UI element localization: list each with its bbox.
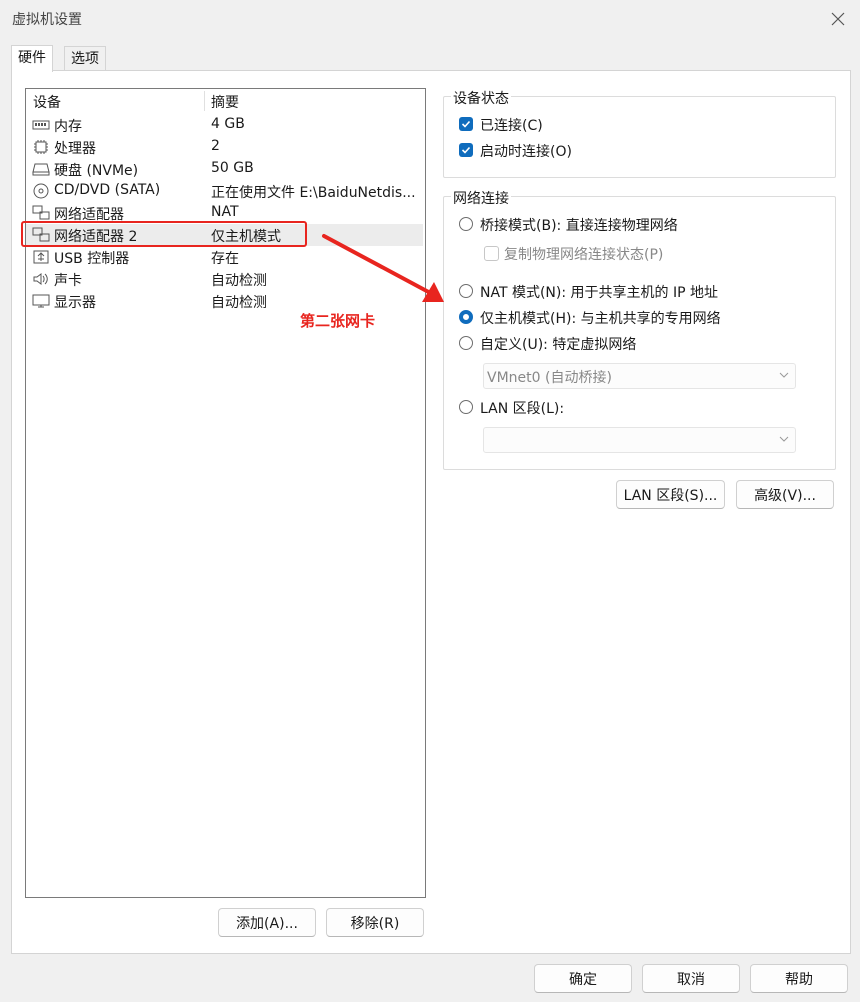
device-summary: 自动检测 xyxy=(211,295,267,311)
lan-segment-radio[interactable] xyxy=(459,400,473,414)
network-connection-title: 网络连接 xyxy=(451,188,511,208)
annotation-highlight-box xyxy=(21,221,307,247)
device-summary: 4 GB xyxy=(211,116,245,132)
annotation-text: 第二张网卡 xyxy=(300,312,376,330)
column-header-summary[interactable]: 摘要 xyxy=(211,92,239,112)
device-summary: 2 xyxy=(211,138,220,154)
device-name: 显示器 xyxy=(54,295,96,311)
help-button[interactable]: 帮助 xyxy=(750,964,848,993)
device-summary: NAT xyxy=(211,204,239,220)
device-row-memory[interactable]: 内存 4 GB xyxy=(26,114,423,136)
bridged-label[interactable]: 桥接模式(B): 直接连接物理网络 xyxy=(480,215,678,235)
close-icon xyxy=(831,12,845,26)
device-status-title: 设备状态 xyxy=(451,88,511,108)
custom-network-value: VMnet0 (自动桥接) xyxy=(487,370,612,386)
device-summary: 50 GB xyxy=(211,160,254,176)
connected-checkbox[interactable] xyxy=(459,117,473,131)
cd-dvd-icon xyxy=(33,183,49,199)
device-row-hard-disk[interactable]: 硬盘 (NVMe) 50 GB xyxy=(26,158,423,180)
processor-icon xyxy=(34,140,48,154)
custom-network-select[interactable]: VMnet0 (自动桥接) xyxy=(483,363,796,389)
chevron-down-icon xyxy=(779,372,789,378)
hard-disk-icon xyxy=(32,163,50,176)
device-summary: 自动检测 xyxy=(211,273,267,289)
device-row-processor[interactable]: 处理器 2 xyxy=(26,136,423,158)
replicate-state-label[interactable]: 复制物理网络连接状态(P) xyxy=(504,244,663,264)
checkmark-icon xyxy=(461,120,471,128)
device-name: 处理器 xyxy=(54,141,96,157)
window-title: 虚拟机设置 xyxy=(12,12,82,28)
memory-icon xyxy=(32,120,50,130)
tab-hardware[interactable]: 硬件 xyxy=(11,45,53,72)
device-status-group xyxy=(443,96,836,178)
device-name: 硬盘 (NVMe) xyxy=(54,163,139,179)
bridged-radio[interactable] xyxy=(459,217,473,231)
nat-label[interactable]: NAT 模式(N): 用于共享主机的 IP 地址 xyxy=(480,282,718,302)
advanced-button[interactable]: 高级(V)... xyxy=(736,480,834,509)
ok-button[interactable]: 确定 xyxy=(534,964,632,993)
connect-on-power-on-label[interactable]: 启动时连接(O) xyxy=(480,141,572,161)
lan-segments-button[interactable]: LAN 区段(S)... xyxy=(616,480,725,509)
device-name: 声卡 xyxy=(54,273,82,289)
lan-segment-label[interactable]: LAN 区段(L): xyxy=(480,398,564,418)
custom-radio[interactable] xyxy=(459,336,473,350)
tab-options[interactable]: 选项 xyxy=(64,46,106,71)
lan-segment-select[interactable] xyxy=(483,427,796,453)
device-name: USB 控制器 xyxy=(54,251,130,267)
cancel-button[interactable]: 取消 xyxy=(642,964,740,993)
device-summary: 正在使用文件 E:\BaiduNetdis... xyxy=(211,185,416,201)
connect-on-power-on-checkbox[interactable] xyxy=(459,143,473,157)
annotation-arrow-icon xyxy=(322,234,444,302)
remove-button[interactable]: 移除(R) xyxy=(326,908,424,937)
checkmark-icon xyxy=(461,146,471,154)
connected-label[interactable]: 已连接(C) xyxy=(480,115,543,135)
nat-radio[interactable] xyxy=(459,284,473,298)
device-list-header: 设备 摘要 xyxy=(26,89,425,111)
display-icon xyxy=(32,294,50,308)
sound-card-icon xyxy=(33,273,48,285)
column-header-device[interactable]: 设备 xyxy=(33,92,61,112)
chevron-down-icon xyxy=(779,436,789,442)
device-row-cd-dvd[interactable]: CD/DVD (SATA) 正在使用文件 E:\BaiduNetdis... xyxy=(26,180,423,202)
custom-label[interactable]: 自定义(U): 特定虚拟网络 xyxy=(480,334,636,354)
network-adapter-icon xyxy=(32,205,50,220)
add-button[interactable]: 添加(A)... xyxy=(218,908,316,937)
usb-icon xyxy=(33,250,49,264)
device-name: 内存 xyxy=(54,119,82,135)
close-button[interactable] xyxy=(826,8,850,30)
device-summary: 存在 xyxy=(211,251,239,267)
host-only-radio[interactable] xyxy=(459,310,473,324)
device-name: CD/DVD (SATA) xyxy=(54,182,161,198)
device-list[interactable]: 设备 摘要 内存 4 GB 处理器 2 硬盘 (NVMe) 50 GB CD/D… xyxy=(25,88,426,898)
host-only-label[interactable]: 仅主机模式(H): 与主机共享的专用网络 xyxy=(480,308,721,328)
replicate-state-checkbox[interactable] xyxy=(484,246,499,261)
